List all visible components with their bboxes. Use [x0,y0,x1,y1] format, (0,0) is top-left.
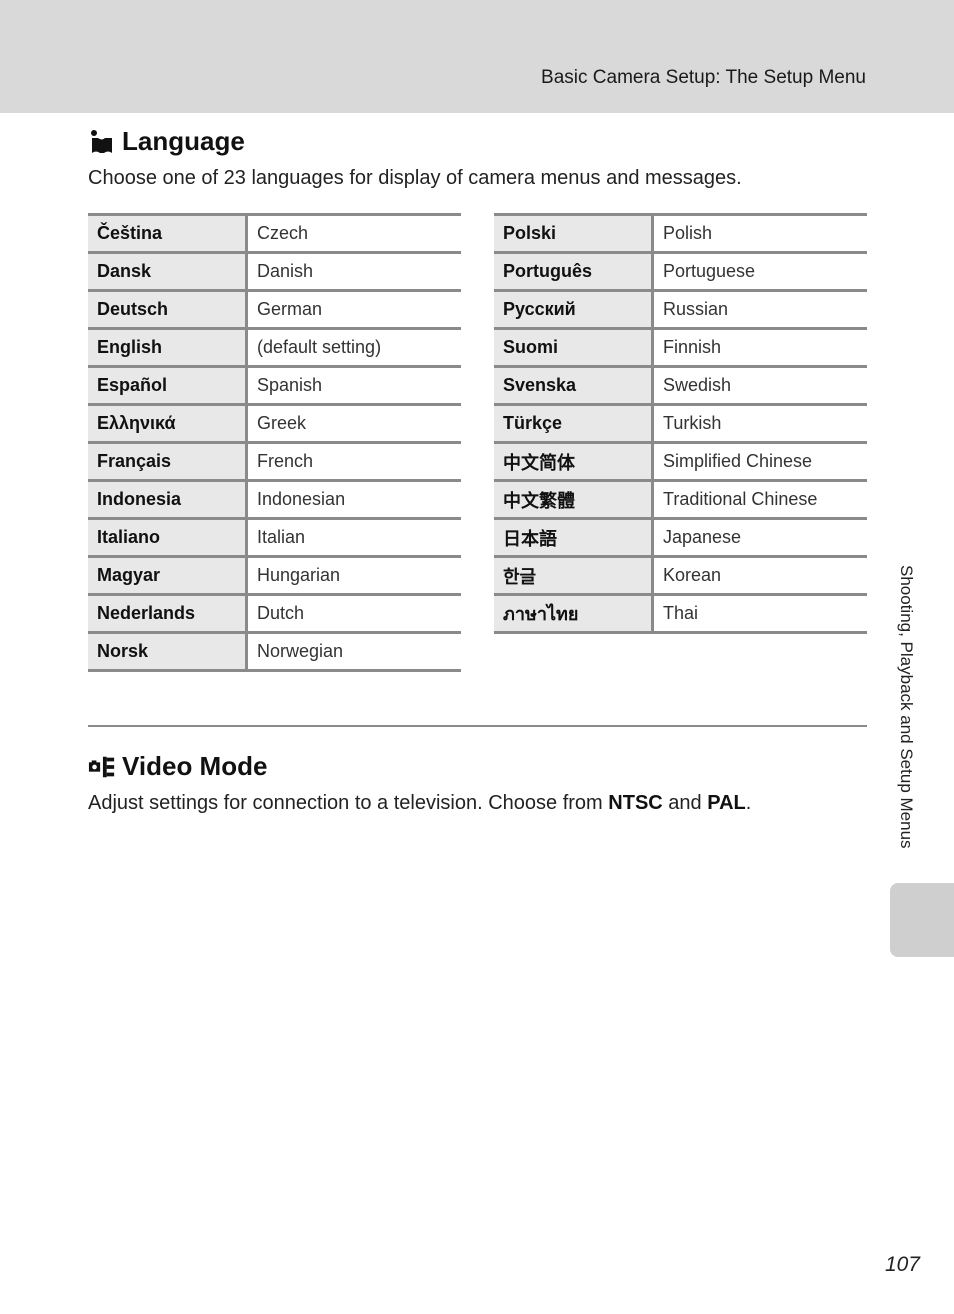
language-row: Français French [88,441,461,481]
language-row: Čeština Czech [88,213,461,253]
english-language-name: Greek [246,403,461,443]
native-language-name: Français [88,441,248,481]
native-language-name: Magyar [88,555,248,595]
language-row: Suomi Finnish [494,327,867,367]
native-language-name: English [88,327,248,367]
native-language-name: Español [88,365,248,405]
section-thumb-tab [890,883,954,957]
native-language-name: Dansk [88,251,248,291]
language-row: Dansk Danish [88,251,461,291]
native-language-name: Suomi [494,327,654,367]
language-row: Norsk Norwegian [88,631,461,672]
english-language-name: Finnish [652,327,867,367]
english-language-name: Korean [652,555,867,595]
native-language-name: Deutsch [88,289,248,329]
video-mode-title: Video Mode [122,751,268,781]
native-language-name: Português [494,251,654,291]
english-language-name: Spanish [246,365,461,405]
english-language-name: French [246,441,461,481]
native-language-name: ภาษาไทย [494,593,654,634]
native-language-name: 한글 [494,555,654,595]
video-mode-heading: Video Mode [88,751,267,782]
desc-text: Adjust settings for connection to a tele… [88,792,609,814]
language-table-right: Polski Polish Português Portuguese Русский Ru… [494,213,867,634]
language-row: Türkçe Turkish [494,403,867,443]
language-row: ภาษาไทย Thai [494,593,867,634]
language-row: Magyar Hungarian [88,555,461,595]
section-divider [88,725,867,727]
english-language-name: Traditional Chinese [652,479,867,519]
page-number: 107 [884,1253,920,1276]
desc-text: . [745,792,752,814]
native-language-name: Türkçe [494,403,654,443]
language-setting-icon [88,129,116,155]
language-table-left: Čeština Czech Dansk Danish Deutsch German Engl… [88,213,461,672]
english-language-name: German [246,289,461,329]
english-language-name: Russian [652,289,867,329]
native-language-name: Norsk [88,631,248,672]
ntsc-option: NTSC [608,792,663,814]
video-mode-icon [88,754,116,780]
language-row: Deutsch German [88,289,461,329]
language-row: 中文简体 Simplified Chinese [494,441,867,481]
english-language-name: Polish [652,213,867,253]
side-tab-label: Shooting, Playback and Setup Menus [897,565,916,849]
english-language-name: Dutch [246,593,461,633]
language-heading: Language [88,126,245,157]
native-language-name: Русский [494,289,654,329]
language-row: 日本語 Japanese [494,517,867,557]
native-language-name: Indonesia [88,479,248,519]
language-title: Language [122,126,245,156]
native-language-name: 中文简体 [494,441,654,481]
language-row: Italiano Italian [88,517,461,557]
english-language-name: Hungarian [246,555,461,595]
language-row: Indonesia Indonesian [88,479,461,519]
native-language-name: Čeština [88,213,248,253]
video-mode-description: Adjust settings for connection to a tele… [88,792,751,815]
native-language-name: Italiano [88,517,248,557]
language-description: Choose one of 23 languages for display o… [88,167,742,189]
language-row: Português Portuguese [494,251,867,291]
header-bar [0,0,954,113]
pal-option: PAL [707,792,746,814]
language-row: Español Spanish [88,365,461,405]
language-row: Ελληνικά Greek [88,403,461,443]
english-language-name: Indonesian [246,479,461,519]
language-row: Svenska Swedish [494,365,867,405]
language-row: Nederlands Dutch [88,593,461,633]
native-language-name: Ελληνικά [88,403,248,443]
native-language-name: Nederlands [88,593,248,633]
english-language-name: Swedish [652,365,867,405]
language-row: 中文繁體 Traditional Chinese [494,479,867,519]
english-language-name: Turkish [652,403,867,443]
native-language-name: Svenska [494,365,654,405]
native-language-name: Polski [494,213,654,253]
english-language-name: Simplified Chinese [652,441,867,481]
english-language-name: Norwegian [246,631,461,672]
language-row: Русский Russian [494,289,867,329]
english-language-name: Japanese [652,517,867,557]
english-language-name: Thai [652,593,867,634]
native-language-name: 日本語 [494,517,654,557]
running-head: Basic Camera Setup: The Setup Menu [541,67,866,88]
native-language-name: 中文繁體 [494,479,654,519]
english-language-name: Portuguese [652,251,867,291]
english-language-name: Danish [246,251,461,291]
language-row: 한글 Korean [494,555,867,595]
desc-text: and [662,792,708,814]
english-language-name: Italian [246,517,461,557]
english-language-name: Czech [246,213,461,253]
language-row: English (default setting) [88,327,461,367]
english-language-name: (default setting) [246,327,461,367]
language-row: Polski Polish [494,213,867,253]
